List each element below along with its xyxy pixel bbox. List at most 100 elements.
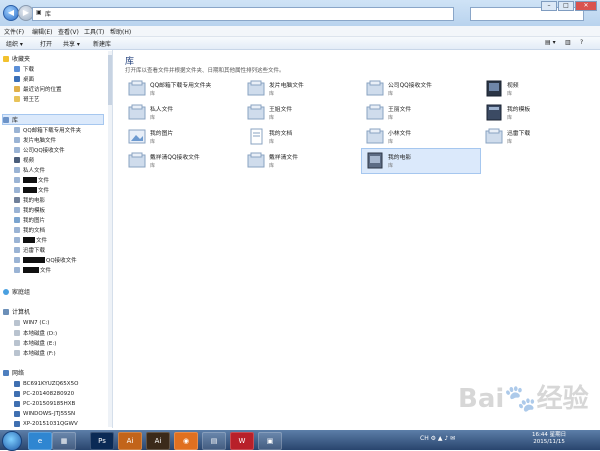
library-tile[interactable]: 私人文件库 bbox=[124, 101, 242, 125]
sidebar-network-item[interactable]: WINDOWS-JTJ55SN bbox=[14, 409, 75, 418]
library-tile[interactable]: 我的模板库 bbox=[481, 101, 599, 125]
menu-tools[interactable]: 工具(T) bbox=[84, 27, 104, 36]
taskbar-explorer-icon[interactable]: ▦ bbox=[52, 432, 76, 450]
pictures-library-icon bbox=[14, 216, 20, 223]
sidebar-library-item[interactable]: 我的文档 bbox=[14, 225, 45, 234]
video-library-icon bbox=[484, 79, 504, 97]
library-tile[interactable]: 迅雷下载库 bbox=[481, 125, 599, 149]
library-tile[interactable]: 戴祥清文件库 bbox=[243, 149, 361, 173]
library-tile[interactable]: 王丽文件库 bbox=[362, 101, 480, 125]
page-subtitle: 打开库以查看文件并根据文件夹、日期和其他属性排列这些文件。 bbox=[125, 68, 285, 74]
preview-pane-icon[interactable]: ▥ bbox=[565, 39, 571, 46]
sidebar-library-item[interactable]: 迅雷下载 bbox=[14, 245, 45, 254]
sidebar-network-item[interactable]: BC691KYUZQ65X5O bbox=[14, 379, 78, 388]
sidebar-network-item[interactable]: PC-201408280920 bbox=[14, 389, 74, 398]
taskbar-photoshop-icon[interactable]: Ps bbox=[90, 432, 114, 450]
sidebar-item-recent[interactable]: 最近访问的位置 bbox=[14, 84, 62, 93]
share-button[interactable]: 共享 ▾ bbox=[63, 39, 80, 48]
sidebar-network-item[interactable]: XP-20151031QGWV bbox=[14, 419, 78, 428]
menu-view[interactable]: 查看(V) bbox=[58, 27, 79, 36]
language-indicator[interactable]: CH bbox=[420, 435, 429, 442]
taskbar-firefox-icon[interactable]: ◉ bbox=[174, 432, 198, 450]
start-button[interactable] bbox=[2, 431, 22, 451]
sidebar-library-item[interactable]: QQ接收文件 bbox=[14, 255, 77, 264]
address-bar[interactable]: ▣ 库 bbox=[32, 7, 454, 21]
library-tile[interactable]: 王姐文件库 bbox=[243, 101, 361, 125]
sidebar-drive-item[interactable]: 本地磁盘 (D:) bbox=[14, 328, 57, 337]
sidebar-library-item[interactable]: 我的图片 bbox=[14, 215, 45, 224]
sidebar-library-item[interactable]: QQ邮箱下载专用文件夹 bbox=[14, 125, 81, 134]
sidebar-library-item[interactable]: 文件 bbox=[14, 235, 47, 244]
sidebar-drive-item[interactable]: 本地磁盘 (F:) bbox=[14, 348, 56, 357]
library-folder-icon bbox=[484, 127, 504, 145]
sidebar-item-user[interactable]: 哥王艺 bbox=[14, 94, 40, 103]
library-tile[interactable]: 戴祥清QQ接收文件库 bbox=[124, 149, 242, 173]
taskbar-explorer2-icon[interactable]: ▣ bbox=[258, 432, 282, 450]
folder-icon: ▣ bbox=[36, 9, 42, 16]
clock-time: 16:44 星期日 bbox=[532, 432, 567, 438]
taskbar-ie-icon[interactable]: e bbox=[28, 432, 52, 450]
library-tile[interactable]: 公司QQ接收文件库 bbox=[362, 77, 480, 101]
sidebar-network-header[interactable]: 网络 bbox=[3, 368, 24, 377]
menu-edit[interactable]: 编辑(E) bbox=[32, 27, 52, 36]
sidebar-library-item[interactable]: 视频 bbox=[14, 155, 34, 164]
sidebar-library-item[interactable]: 我的电影 bbox=[14, 195, 45, 204]
close-button[interactable]: ✕ bbox=[575, 1, 597, 11]
movie-library-icon bbox=[365, 151, 385, 169]
sidebar-libraries-header[interactable]: 库 bbox=[2, 114, 104, 125]
sidebar-library-item[interactable]: 我的模板 bbox=[14, 205, 45, 214]
sidebar-library-item[interactable]: 文件 bbox=[14, 185, 49, 194]
taskbar: e ▦ Ps Ai Ai ◉ ▤ W ▣ CH ⚙ ▲ ♪ ✉ 16:44 星期… bbox=[0, 430, 600, 451]
command-bar: 组织 ▾ 打开 共享 ▾ 新建库 ▤ ▾ ▥ ? bbox=[0, 37, 600, 50]
library-tile[interactable]: 我的图片库 bbox=[124, 125, 242, 149]
sidebar-homegroup[interactable]: 家庭组 bbox=[3, 287, 30, 296]
star-icon bbox=[3, 55, 9, 62]
menu-help[interactable]: 帮助(H) bbox=[110, 27, 131, 36]
sidebar-drive-item[interactable]: WIN7 (C:) bbox=[14, 318, 49, 327]
back-arrow-icon[interactable]: ◀ bbox=[3, 5, 19, 21]
sidebar-scroll-thumb[interactable] bbox=[108, 55, 112, 105]
maximize-button[interactable]: □ bbox=[558, 1, 574, 11]
sidebar-item-downloads[interactable]: 下载 bbox=[14, 64, 34, 73]
library-folder-icon bbox=[127, 103, 147, 121]
network-pc-icon bbox=[14, 380, 20, 387]
sidebar-library-item[interactable]: 私人文件 bbox=[14, 165, 45, 174]
library-folder-icon bbox=[246, 151, 266, 169]
library-tile[interactable]: 发片电脑文件库 bbox=[243, 77, 361, 101]
minimize-button[interactable]: – bbox=[541, 1, 557, 11]
taskbar-app-icon[interactable]: ▤ bbox=[202, 432, 226, 450]
breadcrumb-libraries[interactable]: 库 bbox=[45, 9, 51, 18]
sidebar-library-item[interactable]: 文件 bbox=[14, 175, 49, 184]
network-pc-icon bbox=[14, 420, 20, 427]
sidebar-computer-header[interactable]: 计算机 bbox=[3, 307, 30, 316]
taskbar-illustrator2-icon[interactable]: Ai bbox=[146, 432, 170, 450]
sidebar-network-item[interactable]: PC-201509185HXB bbox=[14, 399, 75, 408]
menu-bar: 文件(F) 编辑(E) 查看(V) 工具(T) 帮助(H) bbox=[0, 26, 600, 37]
open-button[interactable]: 打开 bbox=[40, 39, 52, 48]
sidebar-item-desktop[interactable]: 桌面 bbox=[14, 74, 34, 83]
library-tile-selected[interactable]: 我的电影库 bbox=[361, 148, 481, 174]
sidebar-scrollbar[interactable] bbox=[108, 51, 112, 427]
menu-file[interactable]: 文件(F) bbox=[4, 27, 24, 36]
clock[interactable]: 16:44 星期日 2015/11/15 bbox=[532, 432, 566, 446]
help-icon[interactable]: ? bbox=[580, 39, 583, 46]
organize-button[interactable]: 组织 ▾ bbox=[6, 39, 23, 48]
taskbar-wps-icon[interactable]: W bbox=[230, 432, 254, 450]
taskbar-illustrator-icon[interactable]: Ai bbox=[118, 432, 142, 450]
sidebar-drive-item[interactable]: 本地磁盘 (E:) bbox=[14, 338, 56, 347]
sidebar-library-item[interactable]: 文件 bbox=[14, 265, 51, 274]
library-tile[interactable]: QQ邮箱下载专用文件夹库 bbox=[124, 77, 242, 101]
view-options-icon[interactable]: ▤ ▾ bbox=[545, 39, 556, 46]
sidebar-favorites-header[interactable]: 收藏夹 bbox=[3, 54, 30, 63]
library-tile[interactable]: 小林文件库 bbox=[362, 125, 480, 149]
sidebar-library-item[interactable]: 发片电脑文件 bbox=[14, 135, 56, 144]
library-tile[interactable]: 我的文档库 bbox=[243, 125, 361, 149]
library-folder-icon bbox=[14, 166, 20, 173]
movie-library-icon bbox=[14, 196, 20, 203]
sidebar-library-item[interactable]: 公司QQ接收文件 bbox=[14, 145, 65, 154]
library-tile[interactable]: 视频库 bbox=[481, 77, 599, 101]
system-tray[interactable]: CH ⚙ ▲ ♪ ✉ bbox=[420, 435, 455, 442]
library-folder-icon bbox=[14, 266, 20, 273]
new-library-button[interactable]: 新建库 bbox=[93, 39, 111, 48]
library-folder-icon bbox=[14, 176, 20, 183]
